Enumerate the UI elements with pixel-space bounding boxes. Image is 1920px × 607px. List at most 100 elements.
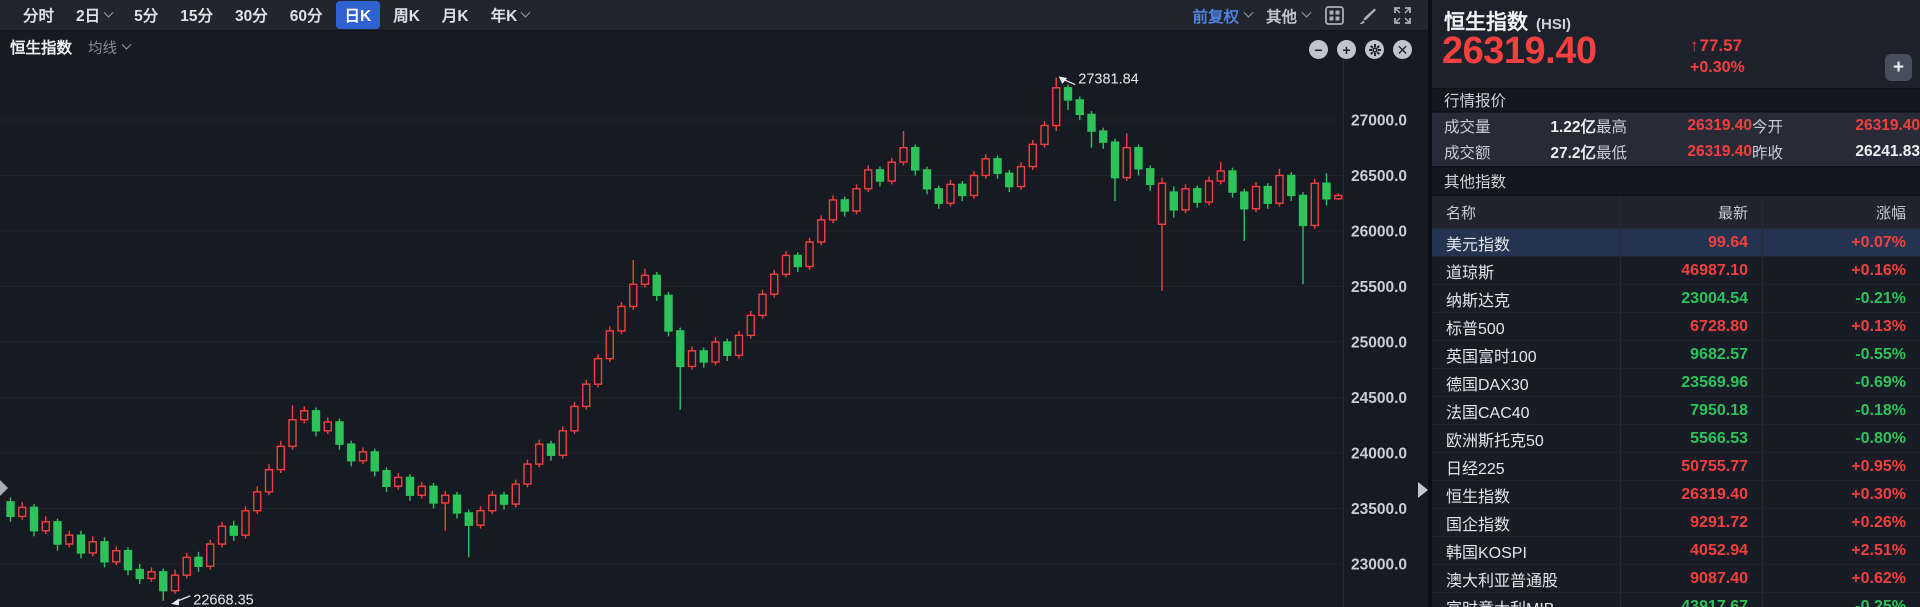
table-row-法国CAC40[interactable]: 法国CAC407950.18-0.18%	[1432, 397, 1920, 425]
price-change-percent: +0.30%	[1690, 59, 1745, 77]
table-row-国企指数[interactable]: 国企指数9291.72+0.26%	[1432, 509, 1920, 537]
candle-body	[1206, 181, 1213, 202]
panel-expand-arrow[interactable]	[1418, 482, 1428, 498]
table-row-欧洲斯托克50[interactable]: 欧洲斯托克505566.53-0.80%	[1432, 425, 1920, 453]
layout-grid-icon[interactable]	[1324, 6, 1344, 26]
candle-body	[900, 148, 907, 162]
candle-body	[395, 477, 402, 486]
candle-body	[1194, 189, 1201, 202]
chart-symbol-label: 恒生指数	[10, 36, 72, 58]
candle-body	[418, 486, 425, 495]
add-to-watchlist-button[interactable]: +	[1885, 54, 1912, 81]
tab-60分[interactable]: 60分	[281, 1, 332, 29]
fullscreen-icon[interactable]	[1392, 6, 1412, 26]
tab-15分[interactable]: 15分	[171, 1, 222, 29]
close-button[interactable]: ✕	[1393, 40, 1412, 59]
table-row-标普500[interactable]: 标普5006728.80+0.13%	[1432, 313, 1920, 341]
table-row-日经225[interactable]: 日经22550755.77+0.95%	[1432, 453, 1920, 481]
table-row-美元指数[interactable]: 美元指数99.64+0.07%	[1432, 229, 1920, 257]
candle-body	[1159, 183, 1166, 224]
index-name: 恒生指数	[1432, 481, 1620, 508]
candle-body	[1241, 192, 1248, 209]
index-last: 4052.94	[1620, 537, 1762, 564]
candle-body	[888, 162, 895, 181]
zoom-out-button[interactable]: −	[1309, 40, 1328, 59]
tab-label: 周K	[393, 4, 420, 26]
table-row-澳大利亚普通股[interactable]: 澳大利亚普通股9087.40+0.62%	[1432, 565, 1920, 593]
chart-toolbar-right: 前复权 其他	[1192, 0, 1412, 31]
candle-body	[994, 159, 1001, 173]
candle-body	[230, 526, 237, 535]
candle-body	[1311, 183, 1318, 225]
candle-body	[78, 535, 85, 553]
tab-日K[interactable]: 日K	[336, 1, 381, 29]
candle-body	[207, 544, 214, 566]
table-row-英国富时100[interactable]: 英国富时1009682.57-0.55%	[1432, 341, 1920, 369]
quote-label: 昨收	[1752, 141, 1810, 163]
candle-body	[653, 275, 660, 295]
chevron-down-icon	[1244, 8, 1254, 18]
tab-周K[interactable]: 周K	[384, 1, 429, 29]
candle-body	[583, 384, 590, 406]
candle-body	[853, 189, 860, 211]
quote-label: 最低	[1596, 141, 1658, 163]
candle-body	[841, 200, 848, 211]
settings-button[interactable]	[1365, 40, 1384, 59]
candle-body	[712, 342, 719, 362]
tab-2日[interactable]: 2日	[67, 1, 121, 29]
candle-body	[1229, 171, 1236, 192]
adjust-mode-label: 前复权	[1192, 5, 1239, 27]
index-last: 46987.10	[1620, 257, 1762, 284]
candle-body	[407, 477, 414, 495]
index-last: 23004.54	[1620, 285, 1762, 312]
ma-overlay-dropdown[interactable]: 均线	[88, 37, 130, 58]
zoom-in-button[interactable]: +	[1337, 40, 1356, 59]
candle-body	[360, 452, 367, 461]
index-change: -0.18%	[1762, 397, 1920, 424]
index-last: 43917.67	[1620, 593, 1762, 607]
tab-5分[interactable]: 5分	[125, 1, 167, 29]
candle-body	[1182, 189, 1189, 210]
candle-body	[1006, 173, 1013, 186]
candle-body	[254, 492, 261, 511]
candle-body	[971, 175, 978, 195]
candle-body	[430, 486, 437, 503]
index-last: 6728.80	[1620, 313, 1762, 340]
candle-body	[489, 495, 496, 511]
last-price: 26319.40	[1442, 30, 1597, 73]
chevron-down-icon	[521, 7, 531, 17]
tab-年K[interactable]: 年K	[482, 1, 539, 29]
candle-body	[1300, 195, 1307, 225]
other-dropdown[interactable]: 其他	[1266, 5, 1310, 27]
table-row-恒生指数[interactable]: 恒生指数26319.40+0.30%	[1432, 481, 1920, 509]
candle-body	[1253, 187, 1260, 209]
candle-body	[830, 200, 837, 220]
table-row-道琼斯[interactable]: 道琼斯46987.10+0.16%	[1432, 257, 1920, 285]
candle-body	[747, 315, 754, 335]
index-name: 欧洲斯托克50	[1432, 425, 1620, 452]
y-axis-label: 26000.0	[1351, 223, 1407, 240]
table-row-德国DAX30[interactable]: 德国DAX3023569.96-0.69%	[1432, 369, 1920, 397]
adjust-mode-dropdown[interactable]: 前复权	[1192, 5, 1252, 27]
tab-月K[interactable]: 月K	[433, 1, 478, 29]
table-row-纳斯达克[interactable]: 纳斯达克23004.54-0.21%	[1432, 285, 1920, 313]
candle-body	[371, 452, 378, 471]
draw-brush-icon[interactable]	[1358, 6, 1378, 26]
candlestick-chart[interactable]: 27000.026500.026000.025500.025000.024500…	[0, 0, 1428, 607]
low-annotation-arrowhead	[171, 598, 179, 605]
candle-body	[1264, 187, 1271, 204]
quote-value: 26319.40	[1658, 117, 1752, 135]
quote-label: 今开	[1752, 115, 1810, 137]
index-last: 9087.40	[1620, 565, 1762, 592]
tab-分时[interactable]: 分时	[14, 1, 63, 29]
pan-left-indicator[interactable]	[0, 478, 8, 498]
table-row-富时意大利MIB[interactable]: 富时意大利MIB43917.67-0.25%	[1432, 593, 1920, 607]
index-change: +0.62%	[1762, 565, 1920, 592]
candle-body	[160, 572, 167, 591]
tab-30分[interactable]: 30分	[226, 1, 277, 29]
candle-body	[512, 484, 519, 504]
quote-label: 成交额	[1444, 141, 1502, 163]
price-change: 77.57	[1700, 36, 1743, 56]
candle-body	[1288, 175, 1295, 195]
table-row-韩国KOSPI[interactable]: 韩国KOSPI4052.94+2.51%	[1432, 537, 1920, 565]
